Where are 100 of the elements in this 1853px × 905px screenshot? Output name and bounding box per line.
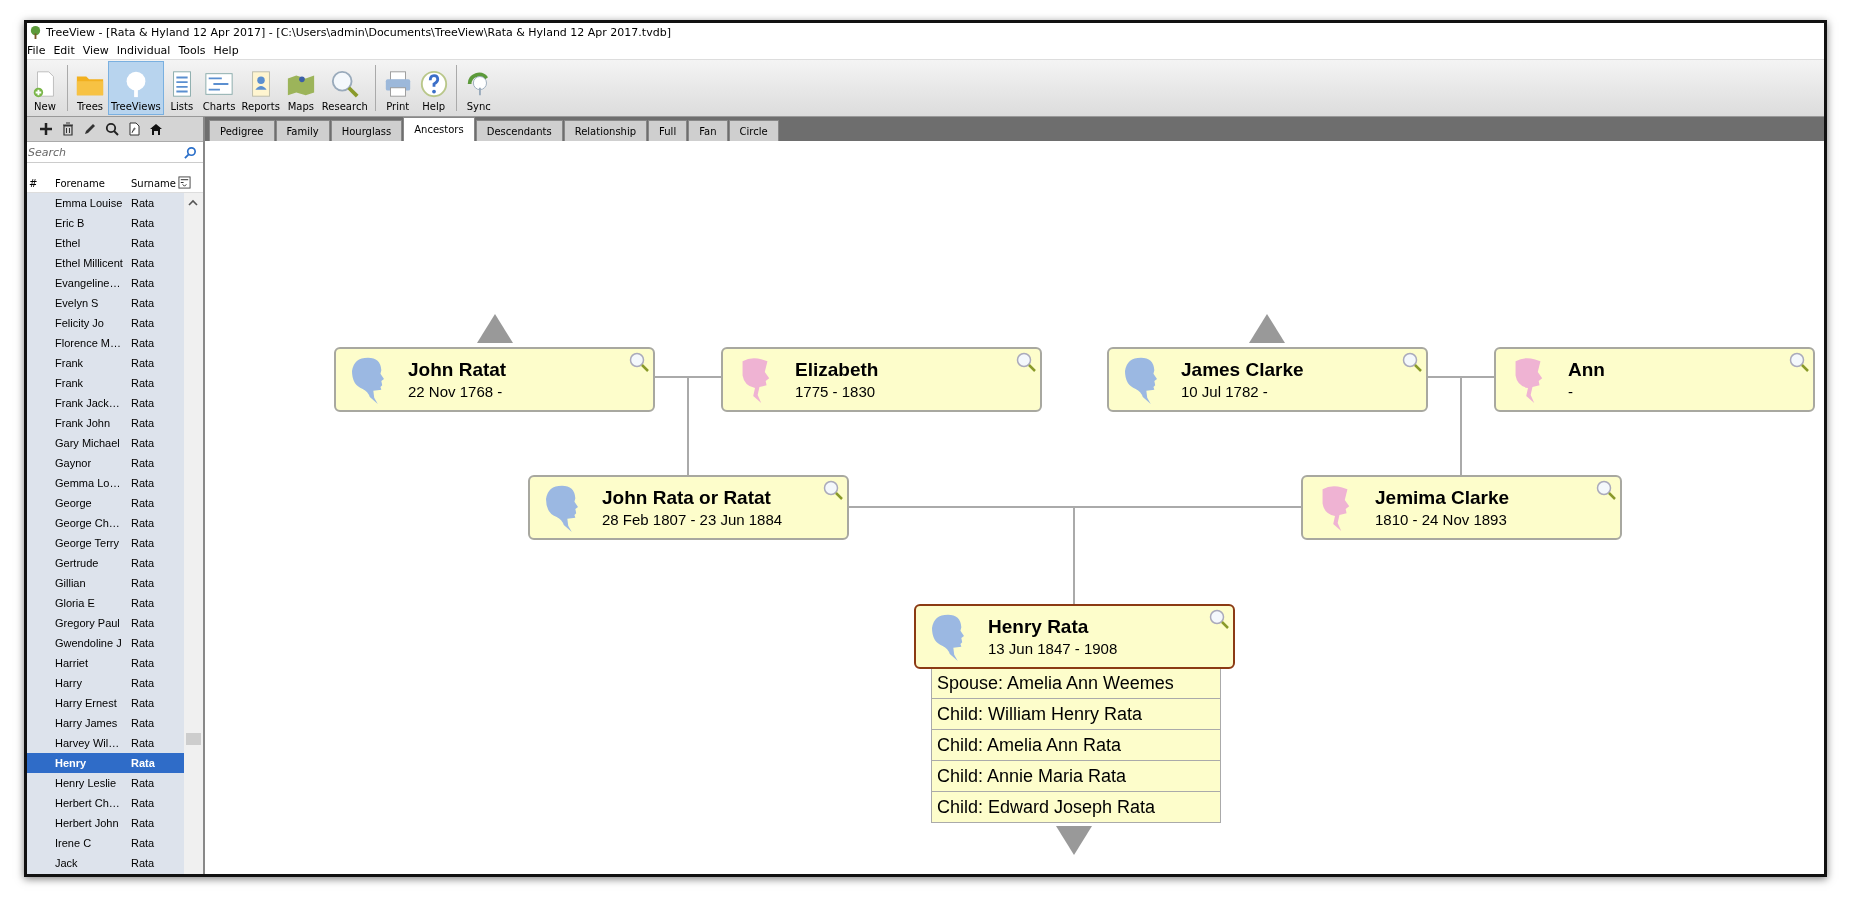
list-row[interactable]: Gregory Paul Rata (27, 613, 184, 633)
column-header[interactable]: Forename (53, 178, 127, 189)
list-row[interactable]: Evelyn S Rata (27, 293, 184, 313)
person-name: Henry Rata (988, 616, 1089, 638)
list-row[interactable]: Eric B Rata (27, 213, 184, 233)
column-header[interactable]: Surname (127, 178, 175, 189)
person-card[interactable]: Ann - (1494, 347, 1815, 412)
tab[interactable]: Ancestors (403, 117, 475, 141)
list-row[interactable]: Gillian Rata (27, 573, 184, 593)
list-row[interactable]: Frank John Rata (27, 413, 184, 433)
list-row[interactable]: Frank Rata (27, 353, 184, 373)
list-row[interactable]: Ethel Millicent Rata (27, 253, 184, 273)
tab[interactable]: Family (275, 120, 330, 141)
magnifier-icon[interactable] (1789, 352, 1809, 372)
down-arrow-icon[interactable] (1056, 826, 1092, 855)
scrollbar[interactable] (184, 193, 203, 874)
pencil-icon[interactable] (83, 122, 97, 136)
family-member-row[interactable]: Child: Annie Maria Rata (932, 760, 1220, 791)
list-row[interactable]: Herbert John Rata (27, 813, 184, 833)
up-arrow-icon[interactable] (477, 314, 513, 343)
search-field[interactable]: Search (27, 145, 184, 159)
magnifier-icon[interactable] (1402, 352, 1422, 372)
list-row[interactable]: Harry James Rata (27, 713, 184, 733)
up-arrow-icon[interactable] (1249, 314, 1285, 343)
list-row[interactable]: Henry Rata (27, 753, 184, 773)
magnifier-icon[interactable] (1209, 609, 1229, 629)
list-row[interactable]: Frank Jack… Rata (27, 393, 184, 413)
toolbar-button[interactable]: Lists (163, 61, 200, 115)
tab[interactable]: Fan (688, 120, 728, 141)
list-row[interactable]: Frank Rata (27, 373, 184, 393)
family-member-row[interactable]: Spouse: Amelia Ann Weemes (932, 667, 1220, 698)
toolbar-button[interactable]: Help (415, 61, 452, 115)
family-member-row[interactable]: Child: Edward Joseph Rata (932, 791, 1220, 822)
list-row[interactable]: Harvey Wil… Rata (27, 733, 184, 753)
menu-item[interactable]: Individual (116, 43, 171, 57)
menu-item[interactable]: File (27, 43, 46, 57)
list-row[interactable]: Gemma Lo… Rata (27, 473, 184, 493)
list-row[interactable]: Harriet Rata (27, 653, 184, 673)
toolbar-button[interactable]: Sync (460, 61, 497, 115)
list-row[interactable]: Harry Rata (27, 673, 184, 693)
list-row[interactable]: Gaynor Rata (27, 453, 184, 473)
list-row[interactable]: Henry Leslie Rata (27, 773, 184, 793)
tab[interactable]: Circle (728, 120, 779, 141)
home-icon[interactable] (149, 122, 163, 136)
person-card[interactable]: Henry Rata 13 Jun 1847 - 1908 (914, 604, 1235, 669)
magnifier-icon[interactable] (629, 352, 649, 372)
tab[interactable]: Relationship (563, 120, 648, 141)
person-card[interactable]: John Ratat 22 Nov 1768 - (334, 347, 655, 412)
scroll-thumb[interactable] (186, 733, 201, 745)
plus-icon[interactable] (39, 122, 53, 136)
tab[interactable]: Pedigree (209, 120, 275, 141)
scroll-up-icon[interactable] (188, 199, 198, 207)
life-dates: 22 Nov 1768 - (408, 383, 503, 400)
toolbar-button[interactable]: Trees (72, 61, 108, 115)
pdf-icon[interactable] (127, 122, 141, 136)
list-row[interactable]: Ethel Rata (27, 233, 184, 253)
list-row[interactable]: Irene C Rata (27, 833, 184, 853)
toolbar-button[interactable]: Print (379, 61, 416, 115)
toolbar-button[interactable]: Reports (238, 61, 283, 115)
column-header[interactable]: # (27, 178, 53, 189)
help-icon (418, 69, 449, 99)
tab[interactable]: Descendants (475, 120, 563, 141)
person-card[interactable]: Jemima Clarke 1810 - 24 Nov 1893 (1301, 475, 1622, 540)
toolbar-button[interactable]: TreeViews (108, 61, 164, 115)
magnifier-icon[interactable] (1016, 352, 1036, 372)
search-icon[interactable] (105, 122, 119, 136)
toolbar-button[interactable]: New (27, 61, 63, 115)
toolbar-button[interactable]: Research (318, 61, 371, 115)
list-row[interactable]: Evangeline… Rata (27, 273, 184, 293)
list-row[interactable]: Harry Ernest Rata (27, 693, 184, 713)
family-member-row[interactable]: Child: William Henry Rata (932, 698, 1220, 729)
list-row[interactable]: Emma Louise Rata (27, 193, 184, 213)
person-card[interactable]: Elizabeth 1775 - 1830 (721, 347, 1042, 412)
list-row[interactable]: Felicity Jo Rata (27, 313, 184, 333)
list-row[interactable]: Florence M… Rata (27, 333, 184, 353)
menu-item[interactable]: View (82, 43, 109, 57)
list-row[interactable]: George Terry Rata (27, 533, 184, 553)
search-icon[interactable] (184, 145, 197, 159)
list-row[interactable]: George Rata (27, 493, 184, 513)
family-member-row[interactable]: Child: Amelia Ann Rata (932, 729, 1220, 760)
list-row[interactable]: Gwendoline J Rata (27, 633, 184, 653)
list-row[interactable]: George Ch… Rata (27, 513, 184, 533)
person-card[interactable]: John Rata or Ratat 28 Feb 1807 - 23 Jun 1884 (528, 475, 849, 540)
tab[interactable]: Hourglass (330, 120, 403, 141)
list-row[interactable]: Jack Rata (27, 853, 184, 873)
menu-item[interactable]: Tools (178, 43, 206, 57)
list-row[interactable]: Gloria E Rata (27, 593, 184, 613)
magnifier-icon[interactable] (1596, 480, 1616, 500)
menu-item[interactable]: Edit (53, 43, 75, 57)
trash-icon[interactable] (61, 122, 75, 136)
magnifier-icon[interactable] (823, 480, 843, 500)
toolbar-button[interactable]: Charts (199, 61, 239, 115)
toolbar-button[interactable]: Maps (282, 61, 319, 115)
tab[interactable]: Full (648, 120, 688, 141)
menu-item[interactable]: Help (213, 43, 239, 57)
list-row[interactable]: Gertrude Rata (27, 553, 184, 573)
list-row[interactable]: Gary Michael Rata (27, 433, 184, 453)
list-row[interactable]: Herbert Ch… Rata (27, 793, 184, 813)
column-chooser-icon[interactable] (178, 176, 191, 189)
person-card[interactable]: James Clarke 10 Jul 1782 - (1107, 347, 1428, 412)
